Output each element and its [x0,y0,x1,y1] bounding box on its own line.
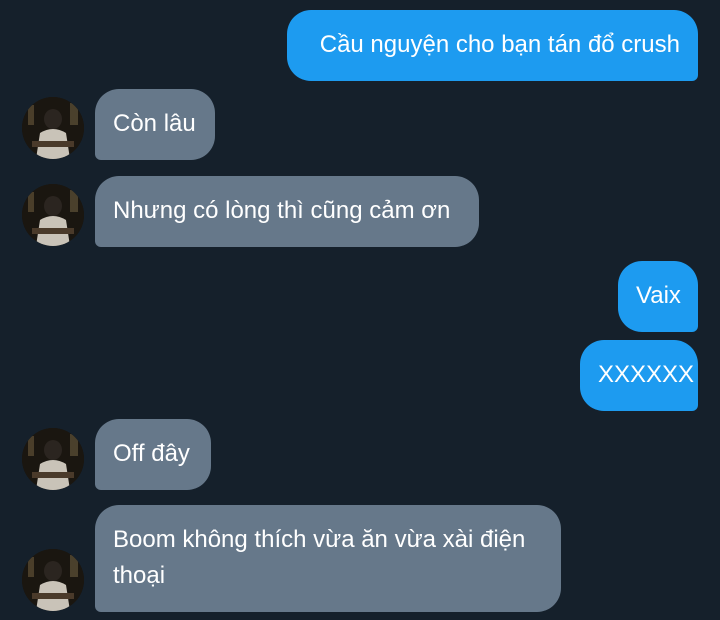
user-avatar[interactable] [22,428,84,490]
avatar-photo-icon [22,428,84,490]
avatar-photo-icon [22,549,84,611]
message-bubble-incoming[interactable]: Boom không thích vừa ăn vừa xài điện tho… [95,505,561,612]
message-bubble-incoming[interactable]: Còn lâu [95,89,215,160]
user-avatar[interactable] [22,97,84,159]
message-bubble-outgoing[interactable]: Cầu nguyện cho bạn tán đổ crush [287,10,698,81]
message-bubble-incoming[interactable]: Nhưng có lòng thì cũng cảm ơn [95,176,479,247]
avatar-photo-icon [22,184,84,246]
user-avatar[interactable] [22,184,84,246]
message-bubble-outgoing[interactable]: XXXXXX [580,340,698,411]
user-avatar[interactable] [22,549,84,611]
avatar-photo-icon [22,97,84,159]
message-bubble-outgoing[interactable]: Vaix [618,261,698,332]
conversation-thread: Cầu nguyện cho bạn tán đổ crush Còn lâu … [0,0,720,620]
message-bubble-incoming[interactable]: Off đây [95,419,211,490]
